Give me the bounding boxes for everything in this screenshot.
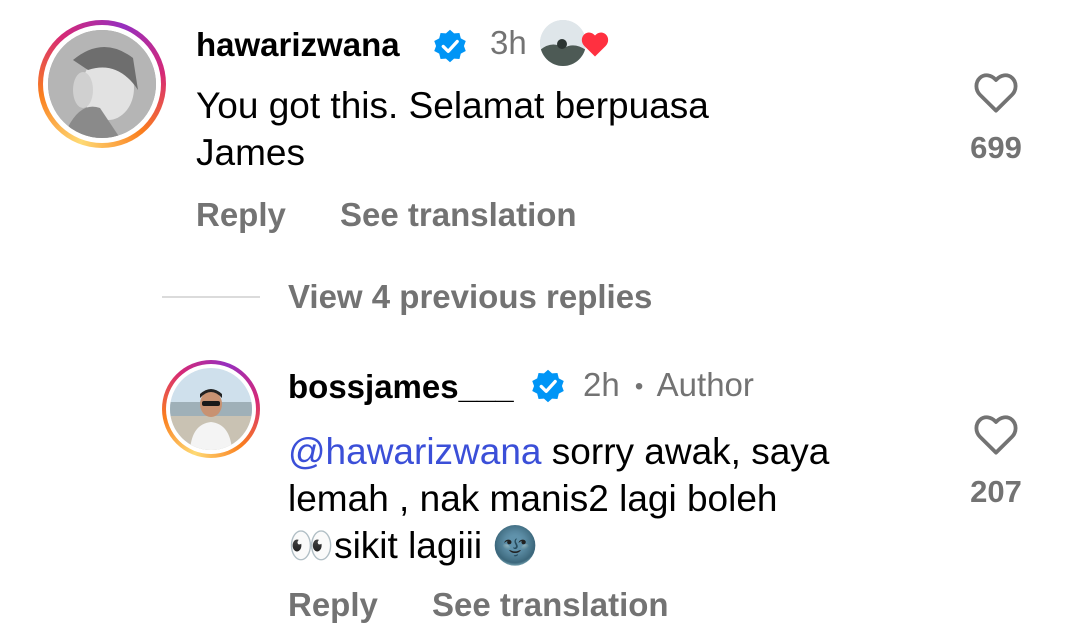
author-label: Author xyxy=(656,366,754,403)
reply-username[interactable]: bossjames___ xyxy=(288,368,514,406)
liked-by-author-indicator xyxy=(540,20,612,68)
profile-photo xyxy=(48,30,156,138)
avatar-hawarizwana[interactable] xyxy=(38,20,166,148)
profile-photo xyxy=(170,368,252,450)
reply-button[interactable]: Reply xyxy=(196,196,286,234)
see-translation-button[interactable]: See translation xyxy=(432,586,669,624)
reply-button[interactable]: Reply xyxy=(288,586,378,624)
new-moon-face-emoji: 🌚 xyxy=(492,525,539,566)
replies-divider-line xyxy=(162,296,260,298)
eyes-emoji: 👀 xyxy=(288,525,335,566)
like-heart-icon[interactable] xyxy=(972,412,1020,456)
see-translation-button[interactable]: See translation xyxy=(340,196,577,234)
reply-time: 2h xyxy=(583,366,620,403)
verified-badge-icon xyxy=(532,369,564,403)
comment-text: You got this. Selamat berpuasa James xyxy=(196,85,709,173)
verified-badge-icon xyxy=(434,29,466,63)
comment-username[interactable]: hawarizwana xyxy=(196,26,400,64)
meta-separator: • xyxy=(634,373,644,401)
like-count: 699 xyxy=(970,130,1022,165)
heart-filled-icon xyxy=(581,32,609,57)
view-previous-replies-button[interactable]: View 4 previous replies xyxy=(288,278,652,316)
mention-link[interactable]: @hawarizwana xyxy=(288,431,542,472)
like-count: 207 xyxy=(970,474,1022,509)
comment-time: 3h xyxy=(490,24,527,61)
reply-meta: 2h • Author xyxy=(583,366,754,404)
avatar-bossjames[interactable] xyxy=(162,360,260,458)
like-heart-icon[interactable] xyxy=(972,70,1020,114)
reply-text: @hawarizwana sorry awak, saya lemah , na… xyxy=(288,431,830,566)
